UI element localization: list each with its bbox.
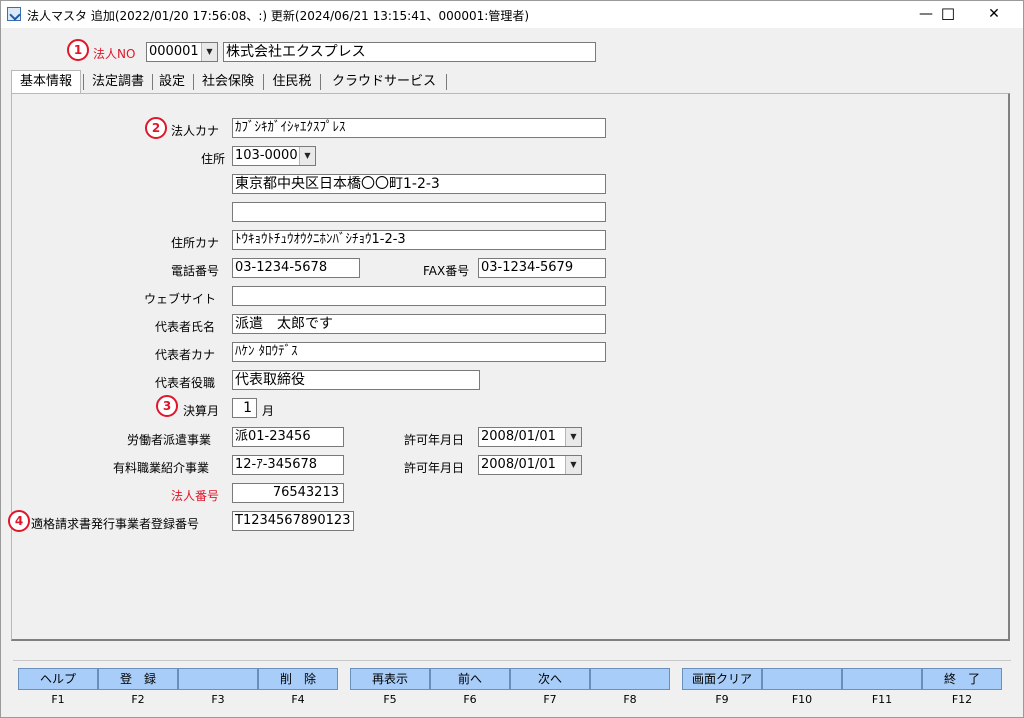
tab-resident-tax[interactable]: 住民税 <box>267 71 317 93</box>
invoice-field[interactable]: T1234567890123 <box>232 511 354 531</box>
dispatch-date-select[interactable]: 2008/01/01 ▼ <box>478 427 582 447</box>
corp-no-label: 法人NO <box>93 47 136 61</box>
tab-separator <box>263 74 264 90</box>
chevron-down-icon[interactable]: ▼ <box>565 428 581 446</box>
corp-kana-field[interactable]: ｶﾌﾞｼｷｶﾞｲｼｬｴｸｽﾌﾟﾚｽ <box>232 118 606 138</box>
address-kana-label: 住所カナ <box>171 236 220 250</box>
f8-button[interactable] <box>590 668 670 690</box>
placement-label: 有料職業紹介事業 <box>113 461 210 475</box>
dispatch-date-label: 許可年月日 <box>404 433 465 447</box>
fkey-label-f11: F11 <box>871 693 893 706</box>
marker-4: 4 <box>8 510 30 532</box>
fax-field[interactable]: 03-1234-5679 <box>478 258 606 278</box>
form-content: 1 法人NO 000001 ▼ 株式会社エクスプレス 基本情報 法定調書 設定 … <box>5 29 1017 711</box>
window-title: 法人マスタ 追加(2022/01/20 17:56:08、:) 更新(2024/… <box>27 9 529 23</box>
fkey-label-f6: F6 <box>463 693 477 706</box>
phone-label: 電話番号 <box>171 264 220 278</box>
tab-separator <box>446 74 447 90</box>
marker-2: 2 <box>145 117 167 139</box>
fkey-label-f4: F4 <box>291 693 305 706</box>
window: 法人マスタ 追加(2022/01/20 17:56:08、:) 更新(2024/… <box>0 0 1024 718</box>
rep-name-field[interactable]: 派遣 太郎です <box>232 314 606 334</box>
rep-title-label: 代表者役職 <box>155 376 216 390</box>
tab-separator <box>320 74 321 90</box>
f3-button[interactable] <box>178 668 258 690</box>
tab-legal-reports[interactable]: 法定調書 <box>87 71 149 93</box>
marker-1: 1 <box>67 39 89 61</box>
rep-kana-label: 代表者カナ <box>155 348 216 362</box>
corp-number-field[interactable]: 76543213 <box>232 483 344 503</box>
website-label: ウェブサイト <box>144 292 217 306</box>
postal-code-value: 103-0000 <box>235 148 298 163</box>
tab-separator <box>152 74 153 90</box>
next-button[interactable]: 次へ <box>510 668 590 690</box>
rep-title-field[interactable]: 代表取締役 <box>232 370 480 390</box>
f10-button[interactable] <box>762 668 842 690</box>
f11-button[interactable] <box>842 668 922 690</box>
fkey-label-f5: F5 <box>383 693 397 706</box>
close-button[interactable]: ✕ <box>971 1 1017 28</box>
fiscal-month-label: 決算月 <box>183 404 220 418</box>
rep-name-label: 代表者氏名 <box>155 320 216 334</box>
register-button[interactable]: 登 録 <box>98 668 178 690</box>
address-label: 住所 <box>201 152 226 166</box>
fkey-label-f2: F2 <box>131 693 145 706</box>
clear-screen-button[interactable]: 画面クリア <box>682 668 762 690</box>
fax-label: FAX番号 <box>423 264 470 278</box>
corp-no-select[interactable]: 000001 ▼ <box>146 42 218 62</box>
postal-code-select[interactable]: 103-0000 ▼ <box>232 146 316 166</box>
tab-basic-info[interactable]: 基本情報 <box>11 70 81 95</box>
corp-no-value: 000001 <box>149 44 199 59</box>
rep-kana-field[interactable]: ﾊｹﾝ ﾀﾛｳﾃﾞｽ <box>232 342 606 362</box>
previous-button[interactable]: 前へ <box>430 668 510 690</box>
dispatch-field[interactable]: 派01-23456 <box>232 427 344 447</box>
fkey-label-f7: F7 <box>543 693 557 706</box>
fkey-label-f12: F12 <box>951 693 973 706</box>
address-kana-field[interactable]: ﾄｳｷｮｳﾄﾁｭｳｵｳｸﾆﾎﾝﾊﾞｼﾁｮｳ1-2-3 <box>232 230 606 250</box>
phone-field[interactable]: 03-1234-5678 <box>232 258 360 278</box>
tab-settings[interactable]: 設定 <box>155 71 189 93</box>
chevron-down-icon[interactable]: ▼ <box>565 456 581 474</box>
corp-name-field[interactable]: 株式会社エクスプレス <box>223 42 596 62</box>
fiscal-month-field[interactable]: 1 <box>232 398 257 418</box>
exit-button[interactable]: 終 了 <box>922 668 1002 690</box>
fkey-label-f8: F8 <box>623 693 637 706</box>
invoice-label: 適格請求書発行事業者登録番号 <box>31 517 200 531</box>
address1-field[interactable]: 東京都中央区日本橋〇〇町1-2-3 <box>232 174 606 194</box>
marker-3: 3 <box>156 395 178 417</box>
tab-cloud-services[interactable]: クラウドサービス <box>325 71 443 93</box>
app-icon <box>7 7 21 21</box>
dispatch-date-value: 2008/01/01 <box>481 429 556 444</box>
kana-label: 法人カナ <box>171 124 220 138</box>
placement-date-label: 許可年月日 <box>404 461 465 475</box>
fkey-label-f1: F1 <box>51 693 65 706</box>
chevron-down-icon[interactable]: ▼ <box>201 43 217 61</box>
delete-button[interactable]: 削 除 <box>258 668 338 690</box>
placement-date-select[interactable]: 2008/01/01 ▼ <box>478 455 582 475</box>
corp-number-label: 法人番号 <box>171 489 220 503</box>
website-field[interactable] <box>232 286 606 306</box>
chevron-down-icon[interactable]: ▼ <box>299 147 315 165</box>
fiscal-month-unit: 月 <box>262 404 275 418</box>
refresh-button[interactable]: 再表示 <box>350 668 430 690</box>
address2-field[interactable] <box>232 202 606 222</box>
maximize-button[interactable]: ☐ <box>925 1 971 28</box>
help-button[interactable]: ヘルプ <box>18 668 98 690</box>
fkey-label-f9: F9 <box>715 693 729 706</box>
function-key-bar: ヘルプ 登 録 削 除 再表示 前へ 次へ 画面クリア 終 了 F1 F2 F3… <box>5 660 1017 712</box>
dispatch-label: 労働者派遣事業 <box>127 433 212 447</box>
placement-date-value: 2008/01/01 <box>481 457 556 472</box>
tab-social-insurance[interactable]: 社会保険 <box>197 71 259 93</box>
title-bar: 法人マスタ 追加(2022/01/20 17:56:08、:) 更新(2024/… <box>1 1 1023 28</box>
tab-separator <box>83 74 84 90</box>
fkey-label-f3: F3 <box>211 693 225 706</box>
fkey-label-f10: F10 <box>791 693 813 706</box>
tab-separator <box>193 74 194 90</box>
placement-field[interactable]: 12-ｱ-345678 <box>232 455 344 475</box>
